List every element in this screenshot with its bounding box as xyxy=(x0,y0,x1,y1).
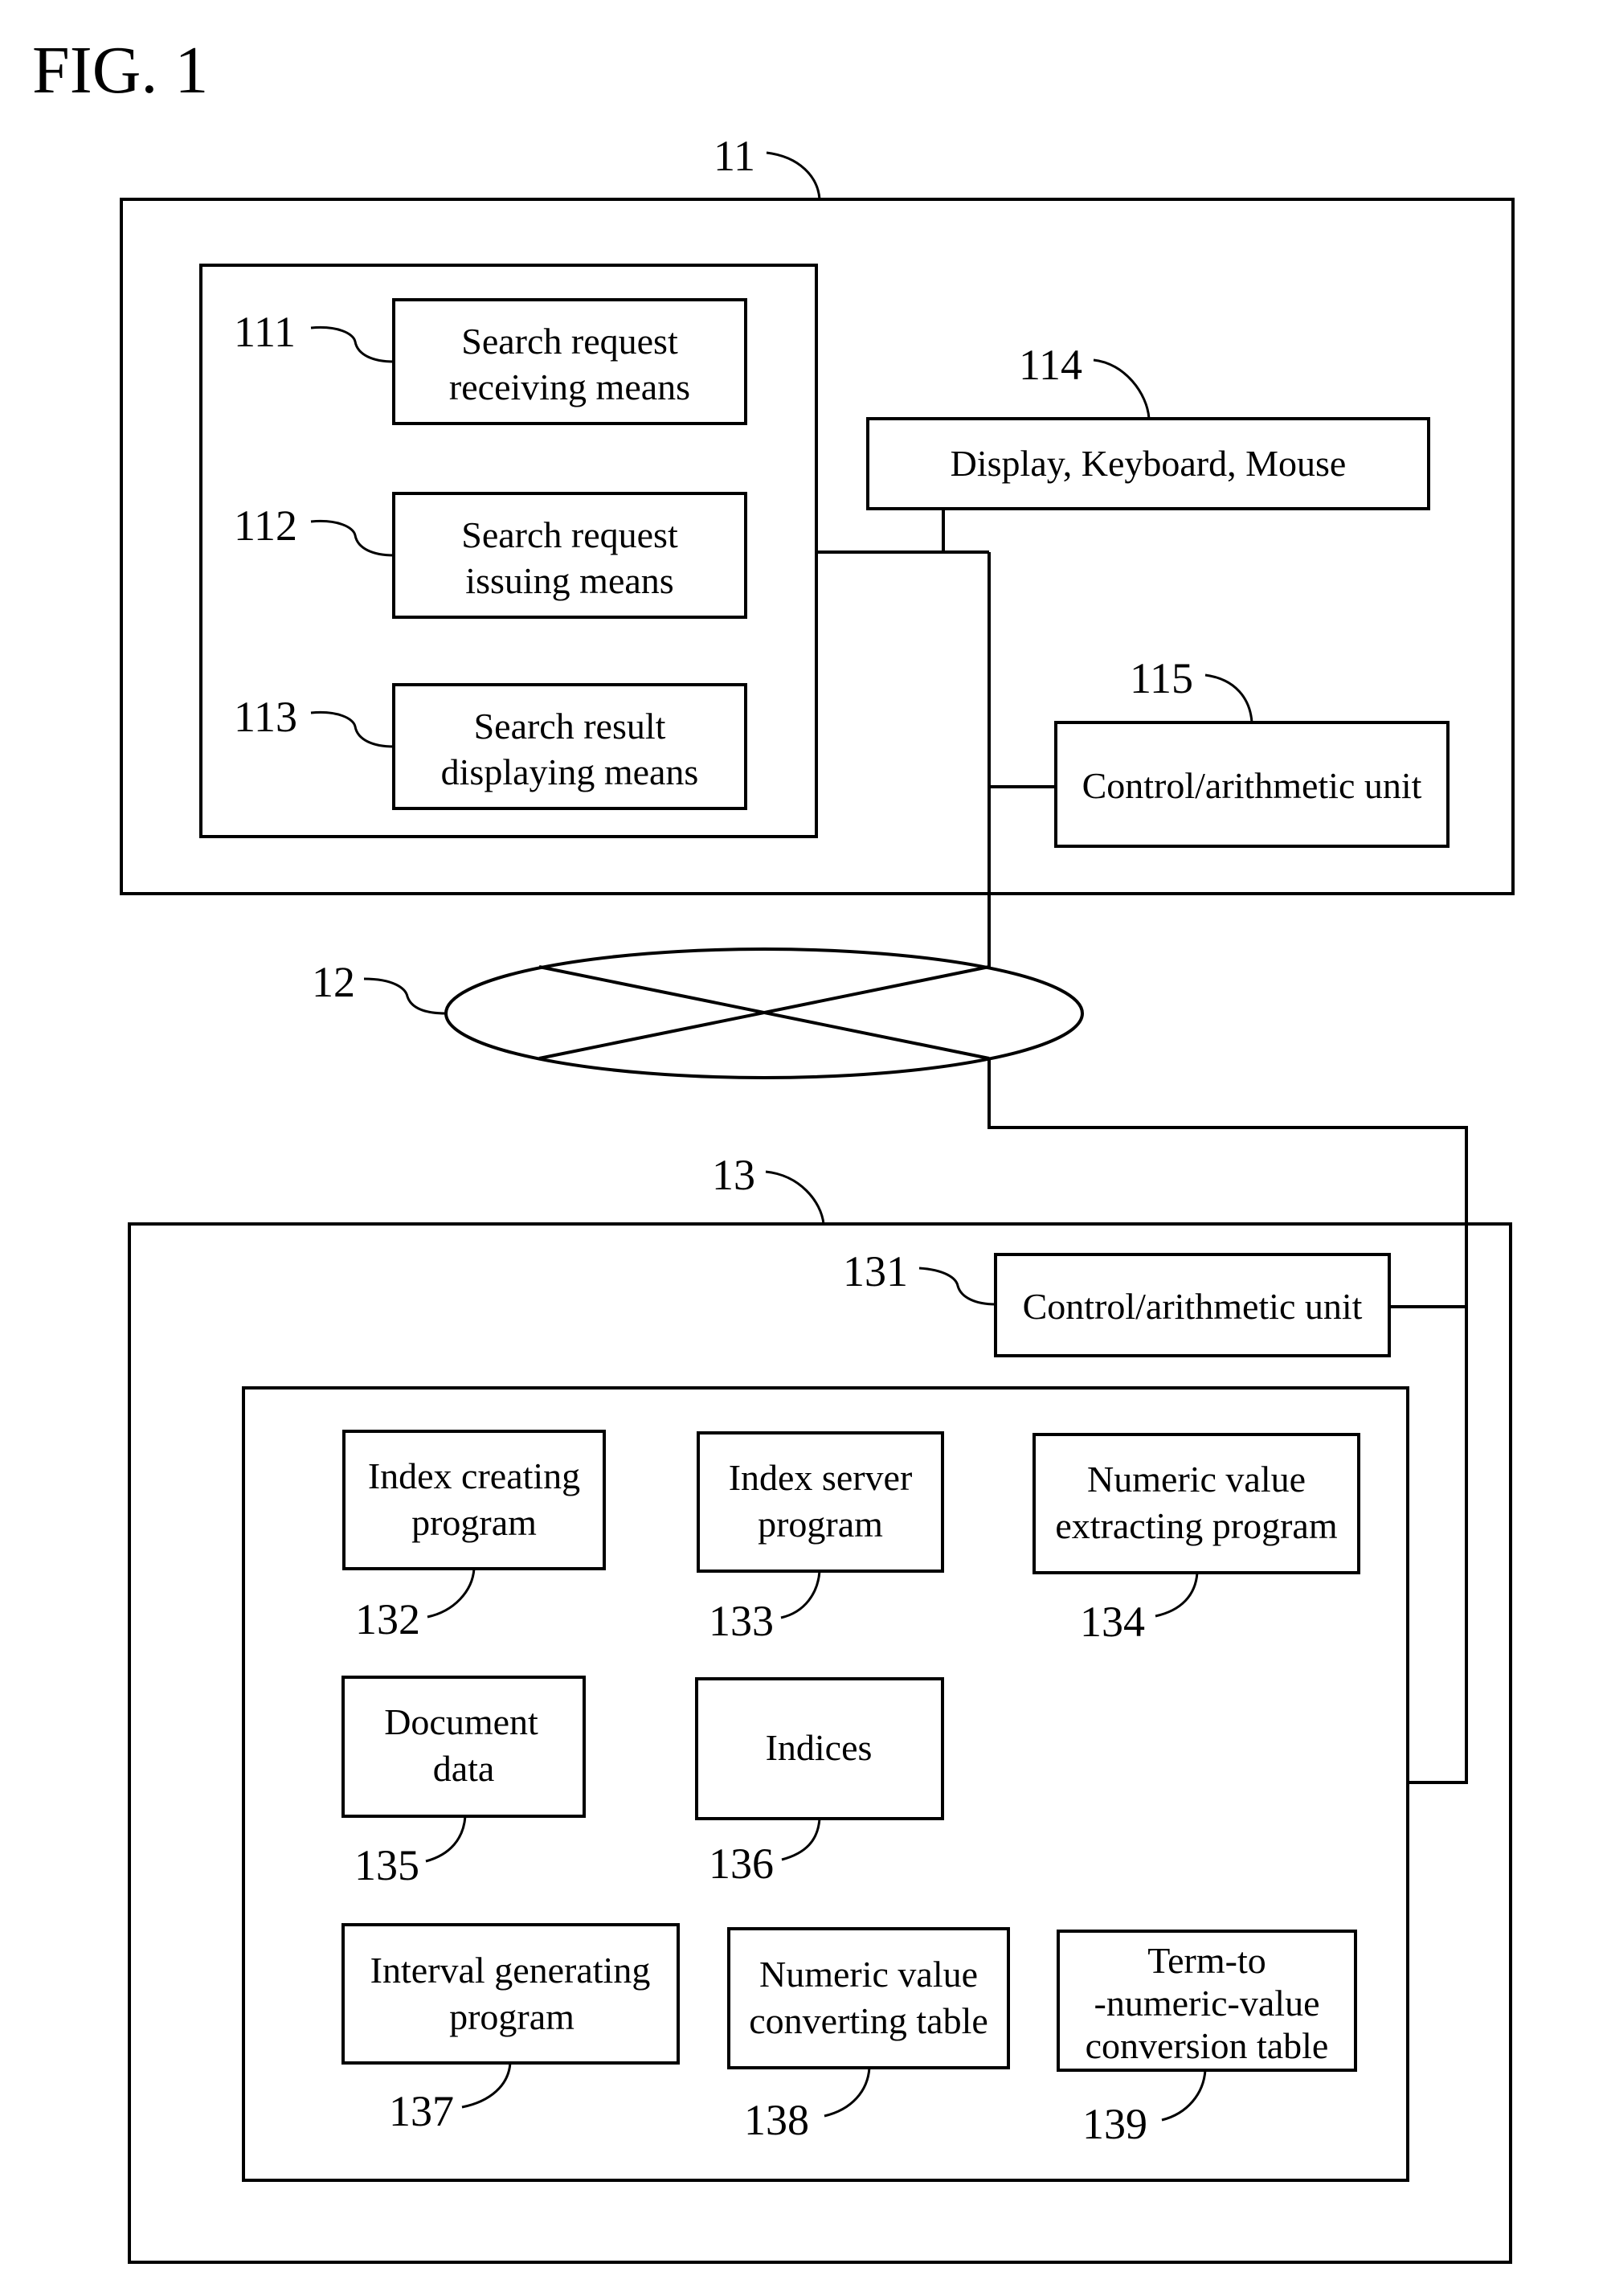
box-111-line-1: Search request xyxy=(461,321,678,362)
leader-line-131 xyxy=(918,1267,996,1306)
ref-label-138: 138 xyxy=(744,2096,809,2144)
figure-title: FIG. 1 xyxy=(32,33,208,108)
interval-generating-program: Interval generating program 137 xyxy=(341,1923,680,2135)
box-135 xyxy=(341,1676,586,1818)
leader-line-133 xyxy=(780,1570,821,1619)
search-request-receiving-means: Search request receiving means 111 xyxy=(234,298,747,425)
leader-line-114 xyxy=(1093,358,1151,420)
leader-line-136 xyxy=(781,1818,821,1861)
box-134-line-1: Numeric value xyxy=(1087,1459,1306,1500)
leader-line-113 xyxy=(310,710,395,748)
box-132-line-1: Index creating xyxy=(368,1455,580,1496)
ref-label-115: 115 xyxy=(1130,654,1193,702)
box-138 xyxy=(727,1927,1010,2069)
box-113-line-1: Search result xyxy=(474,706,666,747)
client-terminal: 11 Search request receiving means 111 Se… xyxy=(120,132,1515,967)
box-139-line-3: conversion table xyxy=(1086,2025,1329,2066)
leader-line-115 xyxy=(1204,673,1253,723)
box-134-line-2: extracting program xyxy=(1055,1505,1337,1546)
server-control-arithmetic-unit: Control/arithmetic unit 131 xyxy=(843,1247,1466,1357)
box-131-label: Control/arithmetic unit xyxy=(1023,1286,1363,1327)
box-132-line-2: program xyxy=(411,1502,537,1543)
network-to-server-line xyxy=(988,1058,1468,1784)
box-135-line-1: Document xyxy=(384,1701,538,1742)
leader-line-112 xyxy=(310,519,395,557)
client-control-arithmetic-unit: Control/arithmetic unit 115 xyxy=(1054,654,1450,848)
leader-line-139 xyxy=(1161,2069,1207,2122)
leader-line-138 xyxy=(824,2067,871,2118)
ref-label-139: 139 xyxy=(1082,2100,1147,2148)
box-111-line-2: receiving means xyxy=(449,366,690,407)
ref-label-137: 137 xyxy=(389,2087,454,2135)
box-132 xyxy=(342,1430,606,1570)
server: 13 Control/arithmetic unit 131 Index cre… xyxy=(128,1151,1512,2264)
box-115-label: Control/arithmetic unit xyxy=(1082,765,1422,806)
ref-label-132: 132 xyxy=(355,1595,420,1643)
document-data: Document data 135 xyxy=(341,1676,586,1889)
ref-label-133: 133 xyxy=(709,1597,774,1645)
leader-line-111 xyxy=(310,325,395,363)
box-139-line-1: Term-to xyxy=(1147,1940,1266,1981)
indices: Indices 136 xyxy=(695,1677,944,1888)
leader-line-132 xyxy=(427,1568,476,1619)
box-138-line-2: converting table xyxy=(749,2000,988,2041)
leader-line-137 xyxy=(461,2062,512,2109)
box-114-label: Display, Keyboard, Mouse xyxy=(951,443,1347,484)
ref-label-131: 131 xyxy=(843,1247,908,1295)
index-creating-program: Index creating program 132 xyxy=(342,1430,606,1643)
ref-label-112: 112 xyxy=(234,501,297,550)
box-135-line-2: data xyxy=(433,1748,495,1789)
box-137 xyxy=(341,1923,680,2065)
ref-label-111: 111 xyxy=(234,308,296,356)
box-133 xyxy=(697,1431,944,1573)
box-136-line-1: Indices xyxy=(766,1727,873,1768)
leader-line-134 xyxy=(1155,1572,1199,1618)
ref-label-135: 135 xyxy=(354,1841,419,1889)
numeric-value-extracting-program: Numeric value extracting program 134 xyxy=(1032,1433,1360,1646)
box-139-line-2: -numeric-value xyxy=(1094,1983,1320,2024)
box-134 xyxy=(1032,1433,1360,1574)
box-112-line-1: Search request xyxy=(461,514,678,555)
ref-label-12: 12 xyxy=(312,958,355,1006)
search-request-issuing-means: Search request issuing means 112 xyxy=(234,492,747,619)
ref-label-136: 136 xyxy=(709,1840,774,1888)
leader-line-12 xyxy=(363,977,447,1015)
display-keyboard-mouse: Display, Keyboard, Mouse 114 xyxy=(866,341,1430,510)
ref-label-113: 113 xyxy=(234,693,297,741)
system-block-diagram: FIG. 1 11 Search request receiving means… xyxy=(32,33,1515,2264)
box-133-line-2: program xyxy=(758,1504,883,1545)
network: 12 xyxy=(312,947,1468,1784)
leader-line-13 xyxy=(765,1170,825,1225)
term-to-numeric-value-conversion-table: Term-to -numeric-value conversion table … xyxy=(1057,1930,1357,2148)
search-result-displaying-means: Search result displaying means 113 xyxy=(234,683,747,810)
index-server-program: Index server program 133 xyxy=(697,1431,944,1645)
box-112-line-2: issuing means xyxy=(465,560,673,601)
box-137-line-1: Interval generating xyxy=(370,1950,651,1991)
leader-line-11 xyxy=(766,151,821,200)
box-138-line-1: Numeric value xyxy=(759,1954,978,1995)
ref-label-13: 13 xyxy=(712,1151,755,1199)
ref-label-134: 134 xyxy=(1080,1598,1145,1646)
box-133-line-1: Index server xyxy=(729,1457,913,1498)
ref-label-11: 11 xyxy=(714,132,755,180)
box-113-line-2: displaying means xyxy=(441,751,699,792)
numeric-value-converting-table: Numeric value converting table 138 xyxy=(727,1927,1010,2144)
ref-label-114: 114 xyxy=(1019,341,1082,389)
box-137-line-2: program xyxy=(449,1996,575,2037)
leader-line-135 xyxy=(425,1815,467,1863)
